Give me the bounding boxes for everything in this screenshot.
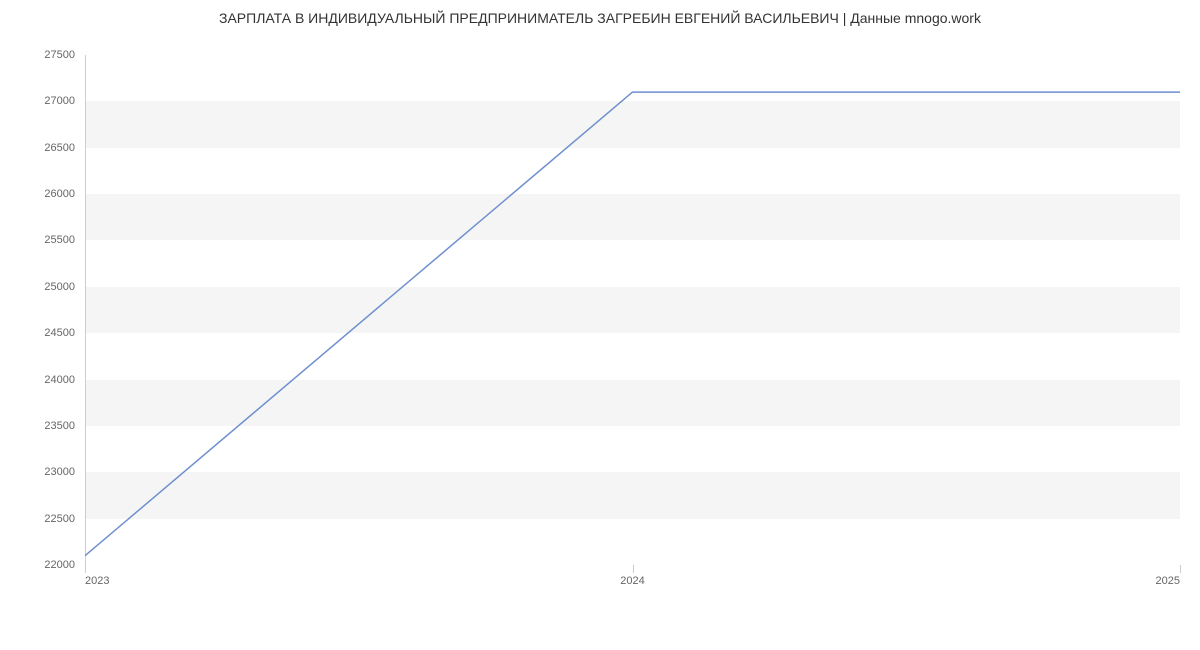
y-tick-label: 24500 [44, 327, 75, 339]
y-tick-label: 27000 [44, 95, 75, 107]
y-tick-label: 24000 [44, 374, 75, 386]
x-tick-mark [85, 565, 86, 573]
y-tick-label: 26500 [44, 142, 75, 154]
series-line [85, 92, 1180, 556]
x-tick-mark [1180, 565, 1181, 573]
y-tick-label: 22000 [44, 559, 75, 571]
y-tick-label: 27500 [44, 49, 75, 61]
y-tick-label: 22500 [44, 513, 75, 525]
salary-chart: ЗАРПЛАТА В ИНДИВИДУАЛЬНЫЙ ПРЕДПРИНИМАТЕЛ… [0, 0, 1200, 650]
chart-title: ЗАРПЛАТА В ИНДИВИДУАЛЬНЫЙ ПРЕДПРИНИМАТЕЛ… [0, 0, 1200, 30]
y-tick-label: 23500 [44, 420, 75, 432]
x-tick-label: 2025 [1156, 575, 1180, 587]
y-tick-label: 26000 [44, 188, 75, 200]
y-tick-label: 25500 [44, 234, 75, 246]
x-tick-mark [633, 565, 634, 573]
y-tick-label: 25000 [44, 281, 75, 293]
line-series [85, 55, 1180, 565]
y-tick-label: 23000 [44, 466, 75, 478]
x-tick-label: 2023 [85, 575, 109, 587]
plot-area[interactable]: 2200022500230002350024000245002500025500… [85, 55, 1180, 565]
x-tick-label: 2024 [620, 575, 644, 587]
